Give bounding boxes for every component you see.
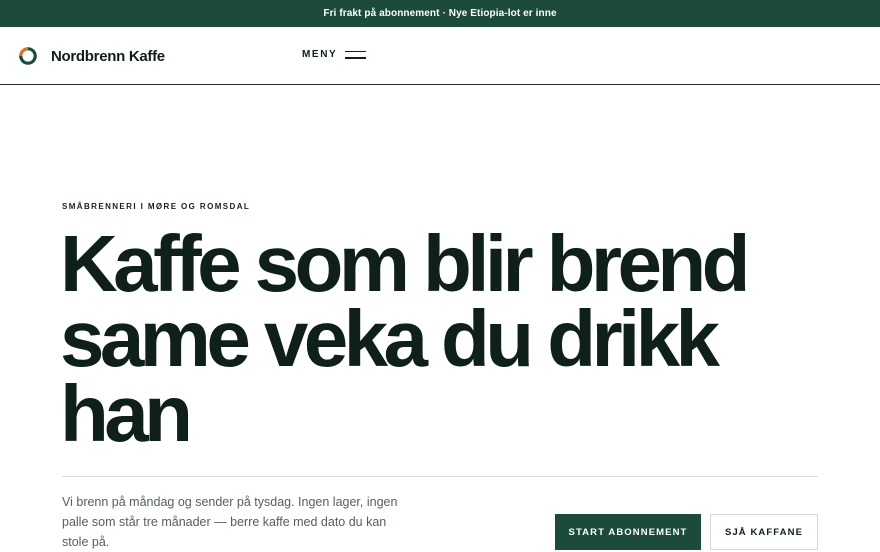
site-header: Nordbrenn Kaffe MENY bbox=[0, 27, 880, 85]
brand-logo-link[interactable]: Nordbrenn Kaffe bbox=[18, 46, 165, 66]
menu-button[interactable]: MENY bbox=[302, 49, 367, 60]
see-coffees-button[interactable]: SJÅ KAFFANE bbox=[710, 514, 818, 550]
announcement-text: Fri frakt på abonnement · Nye Etiopia-lo… bbox=[323, 8, 557, 19]
brand-name: Nordbrenn Kaffe bbox=[51, 47, 165, 65]
hero-intro: Vi brenn på måndag og sender på tysdag. … bbox=[62, 495, 398, 549]
hero-eyebrow: SMÅBRENNERI I MØRE OG ROMSDAL bbox=[62, 202, 251, 211]
hero-divider bbox=[62, 476, 818, 477]
menu-label: MENY bbox=[302, 49, 338, 60]
ring-logo-icon bbox=[19, 47, 37, 65]
announcement-bar: Fri frakt på abonnement · Nye Etiopia-lo… bbox=[0, 0, 880, 27]
hamburger-icon bbox=[345, 50, 367, 60]
hero-headline: Kaffe som blir brend same veka du drikk … bbox=[60, 219, 751, 458]
start-subscription-button[interactable]: START ABONNEMENT bbox=[555, 514, 701, 550]
